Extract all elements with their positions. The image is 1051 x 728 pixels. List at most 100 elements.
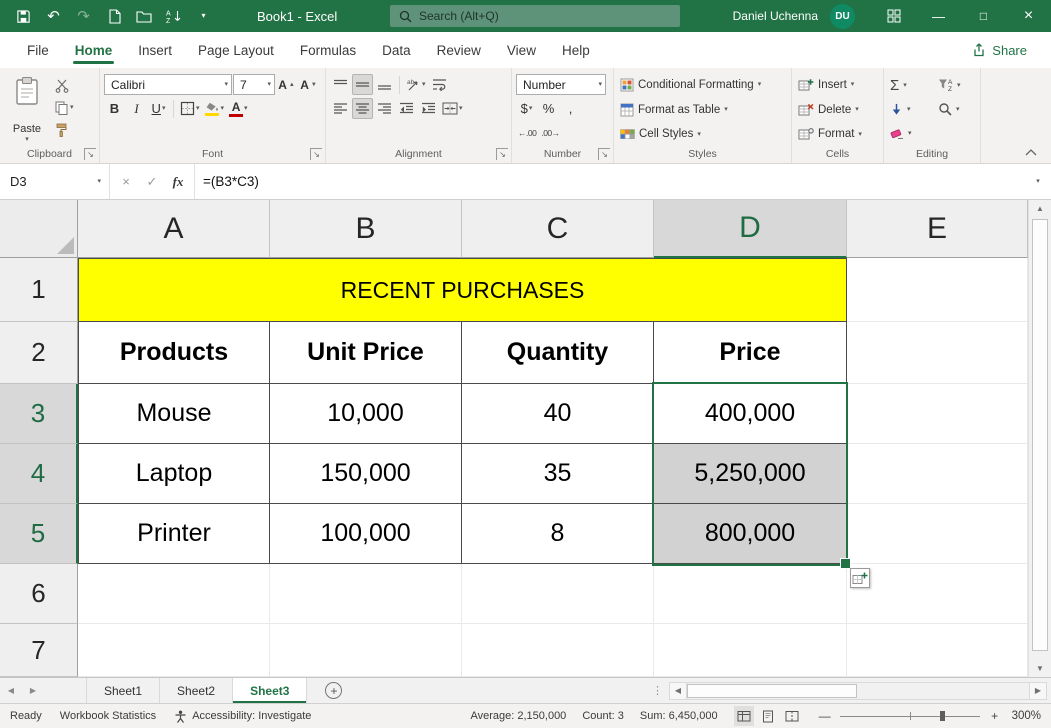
insert-function-button[interactable]: fx bbox=[166, 170, 190, 194]
clear-button[interactable]: ▾ bbox=[888, 122, 936, 145]
copy-button[interactable]: ▾ bbox=[53, 98, 76, 117]
increase-decimal-button[interactable]: ←.00 bbox=[516, 122, 538, 143]
tab-home[interactable]: Home bbox=[62, 32, 126, 68]
sort-ascending-button[interactable]: AZ bbox=[160, 3, 187, 30]
horizontal-scrollbar-track[interactable] bbox=[687, 682, 1029, 700]
percent-style-button[interactable]: % bbox=[538, 98, 559, 119]
avatar[interactable]: DU bbox=[830, 4, 855, 29]
cut-button[interactable] bbox=[53, 76, 76, 95]
row-header-5[interactable]: 5 bbox=[0, 504, 78, 564]
format-as-table-button[interactable]: Format as Table ▾ bbox=[618, 99, 787, 121]
font-dialog-launcher[interactable]: ↘ bbox=[310, 148, 322, 160]
conditional-formatting-button[interactable]: Conditional Formatting ▾ bbox=[618, 74, 787, 96]
format-painter-button[interactable] bbox=[53, 120, 76, 139]
scroll-up-button[interactable]: ▲ bbox=[1029, 200, 1051, 217]
redo-button[interactable]: ↷ bbox=[70, 3, 97, 30]
column-header-D[interactable]: D bbox=[654, 200, 847, 258]
row-header-4[interactable]: 4 bbox=[0, 444, 78, 504]
tab-file[interactable]: File bbox=[14, 32, 62, 68]
cell-C3[interactable]: 40 bbox=[462, 384, 654, 444]
fill-button[interactable]: ▾ bbox=[888, 98, 936, 121]
cell-D7[interactable] bbox=[654, 624, 847, 677]
horizontal-scrollbar-thumb[interactable] bbox=[687, 684, 857, 698]
cell-C7[interactable] bbox=[462, 624, 654, 677]
tab-formulas[interactable]: Formulas bbox=[287, 32, 369, 68]
user-name[interactable]: Daniel Uchenna bbox=[733, 9, 818, 23]
cell-C6[interactable] bbox=[462, 564, 654, 624]
tab-review[interactable]: Review bbox=[424, 32, 494, 68]
shrink-font-button[interactable]: A▼ bbox=[298, 74, 319, 95]
cell-B3[interactable]: 10,000 bbox=[270, 384, 462, 444]
cancel-button[interactable]: × bbox=[114, 170, 138, 194]
row-header-2[interactable]: 2 bbox=[0, 322, 78, 384]
cell-A2[interactable]: Products bbox=[78, 322, 270, 384]
undo-button[interactable]: ↶ bbox=[40, 3, 67, 30]
ribbon-display-options-button[interactable] bbox=[871, 0, 916, 32]
select-all-button[interactable] bbox=[0, 200, 78, 258]
close-button[interactable]: × bbox=[1006, 0, 1051, 32]
next-sheet-button[interactable]: ▶ bbox=[22, 678, 44, 703]
cell-A4[interactable]: Laptop bbox=[78, 444, 270, 504]
increase-indent-button[interactable] bbox=[418, 98, 439, 119]
cell-C2[interactable]: Quantity bbox=[462, 322, 654, 384]
align-left-button[interactable] bbox=[330, 98, 351, 119]
open-file-button[interactable] bbox=[130, 3, 157, 30]
share-button[interactable]: Share bbox=[972, 43, 1027, 58]
cell-E3[interactable] bbox=[847, 384, 1028, 444]
zoom-out-button[interactable]: — bbox=[818, 709, 832, 723]
cell-E1[interactable] bbox=[847, 258, 1028, 322]
cell-E2[interactable] bbox=[847, 322, 1028, 384]
maximize-button[interactable]: □ bbox=[961, 0, 1006, 32]
tab-splitter-handle[interactable]: ⋮ bbox=[646, 678, 669, 703]
zoom-in-button[interactable]: + bbox=[988, 709, 1002, 723]
align-top-button[interactable] bbox=[330, 74, 351, 95]
fill-color-button[interactable]: ▾ bbox=[203, 98, 227, 119]
sheet-tab-sheet2[interactable]: Sheet2 bbox=[160, 678, 233, 703]
cell-B7[interactable] bbox=[270, 624, 462, 677]
cell-E4[interactable] bbox=[847, 444, 1028, 504]
zoom-level-button[interactable]: 300% bbox=[1012, 710, 1041, 722]
format-cells-button[interactable]: Format ▾ bbox=[796, 123, 879, 145]
cell-E7[interactable] bbox=[847, 624, 1028, 677]
new-file-button[interactable] bbox=[100, 3, 127, 30]
customize-qat-button[interactable]: ▾ bbox=[190, 3, 217, 30]
number-format-select[interactable]: Number ▾ bbox=[516, 74, 606, 95]
row-header-3[interactable]: 3 bbox=[0, 384, 78, 444]
align-center-button[interactable] bbox=[352, 98, 373, 119]
normal-view-button[interactable] bbox=[734, 706, 754, 726]
cell-D5[interactable]: 800,000 bbox=[654, 504, 847, 564]
search-box[interactable]: Search (Alt+Q) bbox=[390, 5, 680, 27]
vertical-scrollbar-thumb[interactable] bbox=[1032, 219, 1048, 651]
cell-A6[interactable] bbox=[78, 564, 270, 624]
column-header-E[interactable]: E bbox=[847, 200, 1028, 258]
column-header-B[interactable]: B bbox=[270, 200, 462, 258]
cell-E5[interactable] bbox=[847, 504, 1028, 564]
wrap-text-button[interactable] bbox=[429, 74, 450, 95]
clipboard-dialog-launcher[interactable]: ↘ bbox=[84, 148, 96, 160]
row-header-6[interactable]: 6 bbox=[0, 564, 78, 624]
tab-insert[interactable]: Insert bbox=[125, 32, 185, 68]
bold-button[interactable]: B bbox=[104, 98, 125, 119]
accessibility-button[interactable]: Accessibility: Investigate bbox=[174, 710, 311, 723]
alignment-dialog-launcher[interactable]: ↘ bbox=[496, 148, 508, 160]
italic-button[interactable]: I bbox=[126, 98, 147, 119]
align-right-button[interactable] bbox=[374, 98, 395, 119]
tab-page-layout[interactable]: Page Layout bbox=[185, 32, 287, 68]
cell-B4[interactable]: 150,000 bbox=[270, 444, 462, 504]
previous-sheet-button[interactable]: ◀ bbox=[0, 678, 22, 703]
formula-input[interactable]: =(B3*C3) bbox=[195, 164, 1025, 199]
vertical-scrollbar[interactable]: ▲ ▼ bbox=[1028, 200, 1051, 677]
cell-A3[interactable]: Mouse bbox=[78, 384, 270, 444]
cell-A7[interactable] bbox=[78, 624, 270, 677]
decrease-decimal-button[interactable]: .00→ bbox=[539, 122, 561, 143]
cell-A1-merged-title[interactable]: RECENT PURCHASES bbox=[78, 258, 847, 322]
font-family-select[interactable]: Calibri ▾ bbox=[104, 74, 232, 95]
sheet-tab-sheet1[interactable]: Sheet1 bbox=[86, 678, 160, 703]
cell-B2[interactable]: Unit Price bbox=[270, 322, 462, 384]
accounting-format-button[interactable]: $▾ bbox=[516, 98, 537, 119]
new-sheet-button[interactable]: + bbox=[325, 682, 342, 699]
cell-styles-button[interactable]: Cell Styles ▾ bbox=[618, 123, 787, 145]
grow-font-button[interactable]: A▲ bbox=[276, 74, 297, 95]
autofill-options-button[interactable] bbox=[850, 568, 870, 588]
cell-D6[interactable] bbox=[654, 564, 847, 624]
